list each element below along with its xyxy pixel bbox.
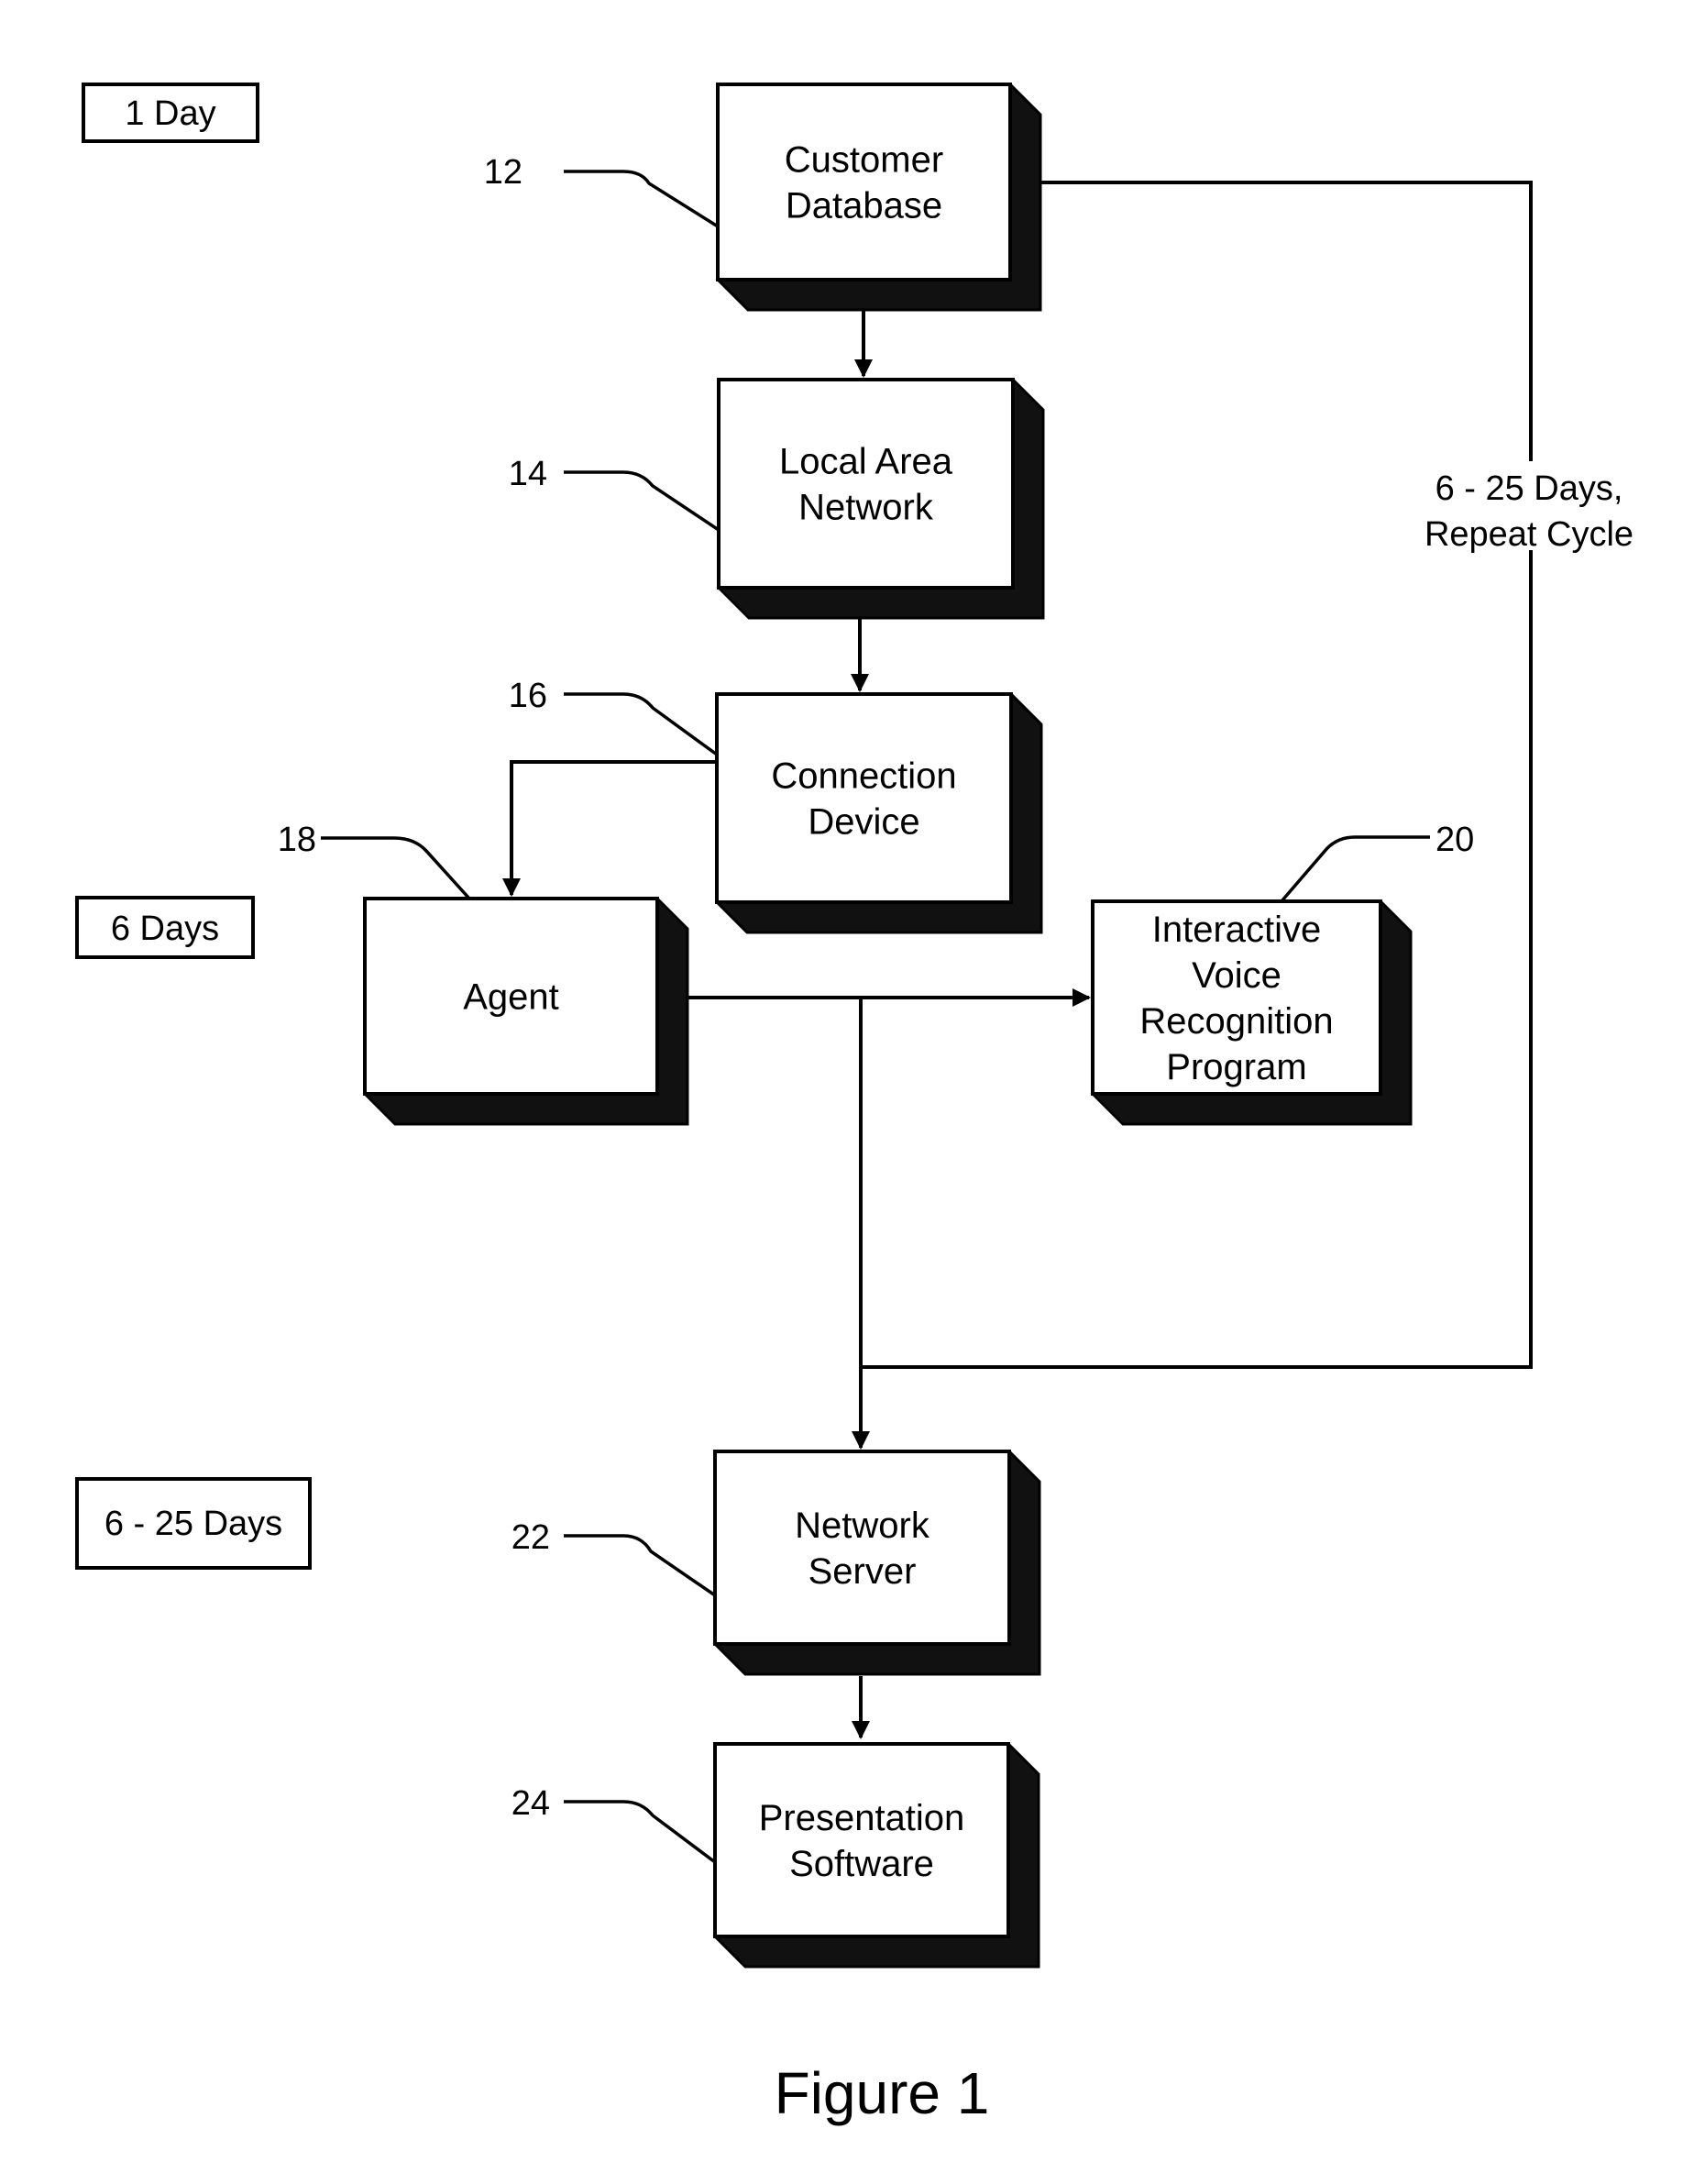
figure-caption: Figure 1 bbox=[775, 2060, 990, 2126]
reference-numeral: 16 bbox=[509, 677, 547, 715]
block-label-line: Program bbox=[1166, 1047, 1306, 1087]
time-period-6-25-days: 6 - 25 Days bbox=[75, 1477, 312, 1570]
reference-leader-line bbox=[321, 836, 471, 900]
block-label-line: Device bbox=[808, 802, 919, 843]
reference-numeral: 12 bbox=[484, 153, 522, 192]
reference-numeral: 22 bbox=[512, 1518, 550, 1557]
block-label-line: Interactive bbox=[1152, 910, 1322, 950]
customer-database-block: Customer Database 12 bbox=[484, 83, 1042, 312]
reference-leader-line bbox=[1280, 835, 1430, 903]
block-face bbox=[713, 1450, 1011, 1646]
block-label-line: Connection bbox=[771, 756, 956, 797]
block-label-line: Network bbox=[798, 488, 934, 528]
block-label-line: Software bbox=[789, 1844, 934, 1884]
block-label-line: Server bbox=[808, 1551, 917, 1592]
block-label-line: Voice bbox=[1192, 955, 1282, 996]
time-period-label: 1 Day bbox=[125, 94, 215, 133]
repeat-cycle-loop-top bbox=[1040, 181, 1533, 461]
repeat-cycle-label: 6 - 25 Days, Repeat Cycle bbox=[1424, 469, 1634, 554]
ivr-program-block: Interactive Voice Recognition Program 20 bbox=[1090, 821, 1474, 1126]
reference-leader-line bbox=[564, 170, 719, 228]
reference-numeral: 18 bbox=[278, 821, 316, 859]
reference-leader-line bbox=[564, 692, 719, 756]
reference-leader-line bbox=[564, 470, 720, 532]
block-face bbox=[717, 378, 1015, 590]
arrow-connection-to-agent bbox=[502, 760, 717, 897]
reference-numeral: 20 bbox=[1436, 821, 1474, 859]
block-face bbox=[713, 1742, 1010, 1938]
reference-leader-line bbox=[564, 1800, 717, 1864]
flow-diagram: 1 Day 6 Days 6 - 25 Days 6 - 25 Days, Re… bbox=[75, 83, 1634, 2126]
time-period-1-day: 1 Day bbox=[82, 83, 259, 143]
time-period-label: 6 - 25 Days bbox=[104, 1505, 282, 1543]
block-face bbox=[715, 692, 1013, 904]
time-period-label: 6 Days bbox=[111, 910, 219, 948]
block-label-line: Presentation bbox=[759, 1798, 965, 1838]
agent-block: Agent 18 bbox=[278, 821, 689, 1126]
presentation-software-block: Presentation Software 24 bbox=[512, 1742, 1040, 1969]
reference-numeral: 24 bbox=[512, 1784, 550, 1823]
network-server-block: Network Server 22 bbox=[512, 1450, 1041, 1676]
local-area-network-block: Local Area Network 14 bbox=[509, 378, 1045, 620]
repeat-cycle-label-line-2: Repeat Cycle bbox=[1424, 515, 1634, 554]
block-label-line: Local Area bbox=[779, 442, 953, 482]
blocks: Customer Database 12 Local Area Network 14 Con… bbox=[278, 83, 1474, 1969]
connection-device-block: Connection Device 16 bbox=[509, 677, 1043, 934]
block-label-line: Recognition bbox=[1139, 1001, 1333, 1042]
reference-numeral: 14 bbox=[509, 455, 547, 493]
block-face bbox=[716, 83, 1012, 281]
time-period-6-days: 6 Days bbox=[75, 896, 255, 959]
block-label-line: Customer bbox=[785, 140, 943, 181]
repeat-cycle-label-line-1: 6 - 25 Days, bbox=[1436, 469, 1623, 508]
block-label-line: Network bbox=[795, 1506, 930, 1546]
block-label-line: Database bbox=[786, 186, 942, 226]
block-label-line: Agent bbox=[463, 977, 559, 1018]
reference-leader-line bbox=[564, 1534, 716, 1597]
